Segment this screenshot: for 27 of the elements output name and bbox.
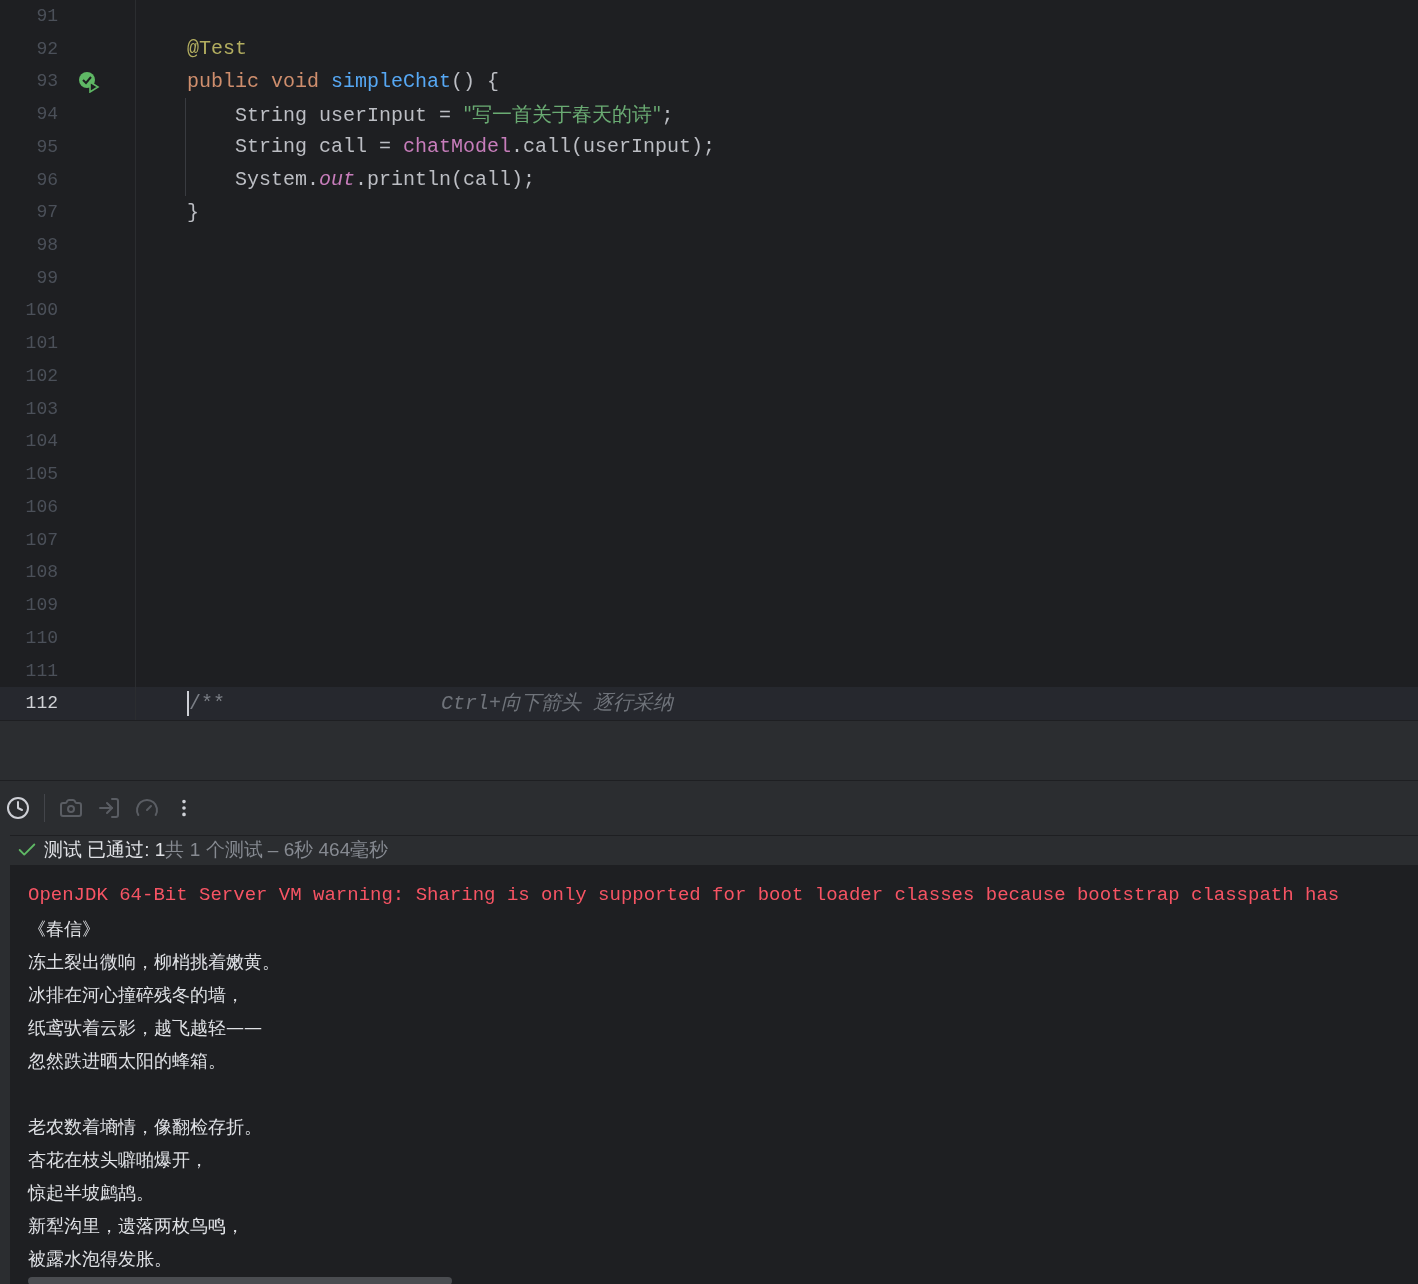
code-line: System.out.println(call);	[235, 167, 536, 194]
code-line: public void simpleChat() {	[187, 68, 500, 95]
test-result: 测试 已通过: 1	[44, 838, 166, 862]
console-output-line: 冻土裂出微响，柳梢挑着嫩黄。	[28, 949, 280, 974]
code-line: String call = chatModel.call(userInput);	[235, 134, 716, 161]
code-line: @Test	[187, 36, 248, 63]
history-icon[interactable]	[6, 796, 30, 820]
code-line: String userInput = "写一首关于春天的诗";	[235, 100, 674, 129]
console-output-line: 纸鸢驮着云影，越飞越轻——	[28, 1015, 262, 1040]
console-output-line: 冰排在河心撞碎残冬的墙，	[28, 982, 244, 1007]
console-error-line: OpenJDK 64-Bit Server VM warning: Sharing is only supported for boot loader classes because bootstrap classpath has	[28, 882, 1340, 908]
console-output-line: 新犁沟里，遗落两枚鸟鸣，	[28, 1213, 244, 1238]
console-output-line: 老农数着墒情，像翻检存折。	[28, 1114, 262, 1139]
camera-icon[interactable]	[59, 796, 83, 820]
console-output-line: 被露水泡得发胀。	[28, 1246, 172, 1271]
scrollbar[interactable]	[28, 1276, 452, 1284]
line-number: 112	[24, 692, 58, 716]
text-caret	[187, 691, 189, 717]
test-passed-run-icon[interactable]	[78, 70, 100, 93]
code-line: /** Ctrl+向下箭头 逐行采纳	[189, 690, 674, 717]
import-icon[interactable]	[97, 796, 121, 820]
console-output-line: 《春信》	[28, 916, 100, 941]
console-output-line: 惊起半坡鹧鸪。	[28, 1180, 154, 1205]
console-output-line: 杏花在枝头噼啪爆开，	[28, 1147, 208, 1172]
console-output-line: 忽然跌进晒太阳的蜂箱。	[28, 1048, 226, 1073]
test-summary: 共 1 个测试 – 6秒 464毫秒	[165, 838, 389, 862]
code-line: }	[187, 199, 200, 226]
